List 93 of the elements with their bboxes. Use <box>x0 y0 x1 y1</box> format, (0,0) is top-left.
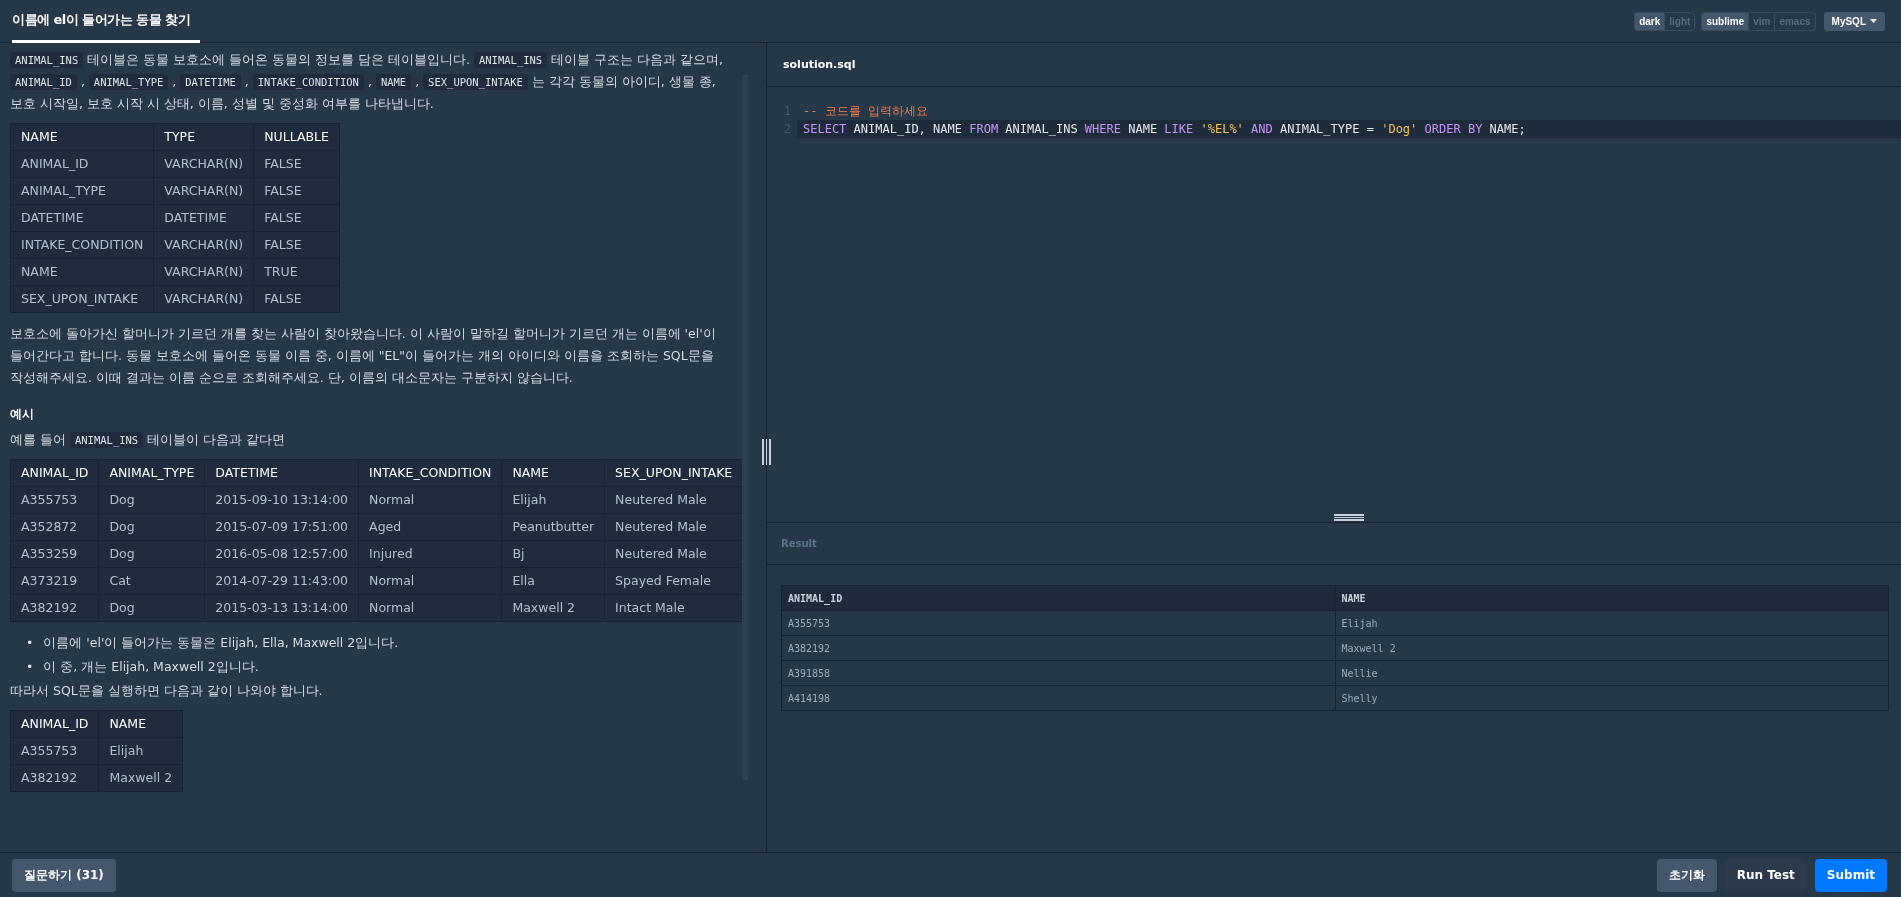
column-header: ANIMAL_ID <box>10 710 99 738</box>
code-text: -- 코드를 입력하세요 <box>802 103 929 120</box>
column-header: ANIMAL_ID <box>10 459 99 487</box>
table-cell: FALSE <box>253 150 340 178</box>
column-header: NAME <box>10 123 154 151</box>
toggle-option[interactable]: dark <box>1635 12 1666 30</box>
result-label: Result <box>781 538 817 549</box>
table-cell: NAME <box>10 258 154 286</box>
column-header: ANIMAL_ID <box>781 585 1335 611</box>
table-cell: Maxwell 2 <box>1335 635 1889 661</box>
table-cell: A382192 <box>781 635 1335 661</box>
table-cell: DATETIME <box>153 204 254 232</box>
reset-button[interactable]: 초기화 <box>1656 858 1717 892</box>
table-cell: 2015-03-13 13:14:00 <box>204 594 359 622</box>
table-cell: 2015-07-09 17:51:00 <box>204 513 359 541</box>
table-cell: Normal <box>358 594 502 622</box>
table-cell: Bj <box>501 540 605 568</box>
table-cell: A352872 <box>10 513 99 541</box>
table-cell: Injured <box>358 540 502 568</box>
language-dropdown[interactable]: MySQL <box>1823 11 1885 31</box>
table-cell: Elijah <box>501 486 605 514</box>
scrollbar[interactable] <box>742 75 748 780</box>
table-cell: 2015-09-10 13:14:00 <box>204 486 359 514</box>
table-cell: ANIMAL_ID <box>10 150 154 178</box>
file-tab[interactable]: solution.sql <box>783 58 856 71</box>
table-cell: DATETIME <box>10 204 154 232</box>
column-header: SEX_UPON_INTAKE <box>604 459 743 487</box>
bullet-marker: • <box>26 658 34 676</box>
problem-title: 이름에 el이 들어가는 동물 찾기 <box>12 0 201 43</box>
table-cell: Ella <box>501 567 605 595</box>
table-cell: Dog <box>98 486 205 514</box>
table-cell: Cat <box>98 567 205 595</box>
table-cell: Maxwell 2 <box>501 594 605 622</box>
table-cell: Nellie <box>1335 660 1889 686</box>
table-cell: A382192 <box>10 594 99 622</box>
table-cell: Dog <box>98 540 205 568</box>
column-header: ANIMAL_TYPE <box>98 459 205 487</box>
table-cell: VARCHAR(N) <box>153 177 254 205</box>
code-text: SELECT ANIMAL_ID, NAME FROM ANIMAL_INS WHERE NAME LIKE '%EL%' AND ANIMAL_TYPE = 'Dog' ORDER BY NAME; <box>797 120 1901 138</box>
table-cell: VARCHAR(N) <box>153 285 254 313</box>
column-header: DATETIME <box>204 459 359 487</box>
table-cell: FALSE <box>253 177 340 205</box>
column-header: TYPE <box>153 123 254 151</box>
table-cell: FALSE <box>253 204 340 232</box>
table-cell: A355753 <box>10 486 99 514</box>
table-cell: A355753 <box>781 610 1335 636</box>
submit-button[interactable]: Submit <box>1814 858 1887 892</box>
table-cell: INTAKE_CONDITION <box>10 231 154 259</box>
table-cell: 2016-05-08 12:57:00 <box>204 540 359 568</box>
example-text: 예를 들어 ANIMAL_INS 테이블이 다음과 같다면 <box>10 431 287 450</box>
section-heading: 예시 <box>10 406 35 423</box>
table-cell: Dog <box>98 594 205 622</box>
table-cell: FALSE <box>253 285 340 313</box>
ask-question-button[interactable]: 질문하기 (31) <box>12 858 116 892</box>
column-header: NAME <box>1335 585 1889 611</box>
bullet-text: 이 중, 개는 Elijah, Maxwell 2입니다. <box>43 658 259 676</box>
description-text: ANIMAL_INS 테이블은 동물 보호소에 들어온 동물의 정보를 담은 테이블입니다. ANIMAL_INS 테이블 구조는 다음과 같으며, ANIMAL_ID , ANIMAL_TYPE , DATETIME , INTAKE_CONDITION , NAME , SEX_UPON_INTAKE 는 각각 동물의 아이디, 생물 종, 보호 시작일, 보호 시작 시 상태, 이름, 성별 및 중성화 여부를 나타냅니다. <box>10 51 725 113</box>
table-cell: A355753 <box>10 737 99 765</box>
table-cell: Normal <box>358 567 502 595</box>
table-cell: Elijah <box>98 737 183 765</box>
conclusion-text: 따라서 SQL문을 실행하면 다음과 같이 나와야 합니다. <box>10 682 324 700</box>
table-cell: SEX_UPON_INTAKE <box>10 285 154 313</box>
problem-text: 보호소에 돌아가신 할머니가 기르던 개를 찾는 사람이 찾아왔습니다. 이 사람이 말하길 할머니가 기르던 개는 이름에 'el'이 들어간다고 합니다. 동물 보호소에 들어온 동물 이름 중, 이름에 "EL"이 들어가는 개의 아이디와 이름을 조회하는 SQL문을 작성해주세요. 이때 결과는 이름 순으로 조회해주세요. 단, 이름의 대소문자는 구분하지 않습니다. <box>10 325 717 387</box>
table-cell: Maxwell 2 <box>98 764 183 792</box>
resize-handle[interactable] <box>762 439 771 465</box>
table-cell: A414198 <box>781 685 1335 711</box>
table-cell: Dog <box>98 513 205 541</box>
caret-icon <box>1870 19 1877 23</box>
table-cell: Normal <box>358 486 502 514</box>
table-cell: VARCHAR(N) <box>153 150 254 178</box>
column-header: INTAKE_CONDITION <box>358 459 502 487</box>
resize-handle[interactable] <box>1334 514 1364 521</box>
table-cell: VARCHAR(N) <box>153 231 254 259</box>
bullet-text: 이름에 'el'이 들어가는 동물은 Elijah, Ella, Maxwell 2입니다. <box>43 634 399 652</box>
bullet-marker: • <box>26 634 34 652</box>
table-cell: FALSE <box>253 231 340 259</box>
table-cell: 2014-07-29 11:43:00 <box>204 567 359 595</box>
table-cell: A353259 <box>10 540 99 568</box>
column-header: NAME <box>501 459 605 487</box>
toggle-option[interactable]: sublime <box>1702 12 1750 30</box>
table-cell: TRUE <box>253 258 340 286</box>
column-header: NULLABLE <box>253 123 340 151</box>
table-cell: Elijah <box>1335 610 1889 636</box>
table-cell: Shelly <box>1335 685 1889 711</box>
column-header: NAME <box>98 710 183 738</box>
table-cell: Aged <box>358 513 502 541</box>
table-cell: Peanutbutter <box>501 513 605 541</box>
run-button[interactable]: Run Test <box>1724 858 1807 892</box>
table-cell: A373219 <box>10 567 99 595</box>
table-cell: A382192 <box>10 764 99 792</box>
table-cell: A391858 <box>781 660 1335 686</box>
table-cell: ANIMAL_TYPE <box>10 177 154 205</box>
table-cell: VARCHAR(N) <box>153 258 254 286</box>
